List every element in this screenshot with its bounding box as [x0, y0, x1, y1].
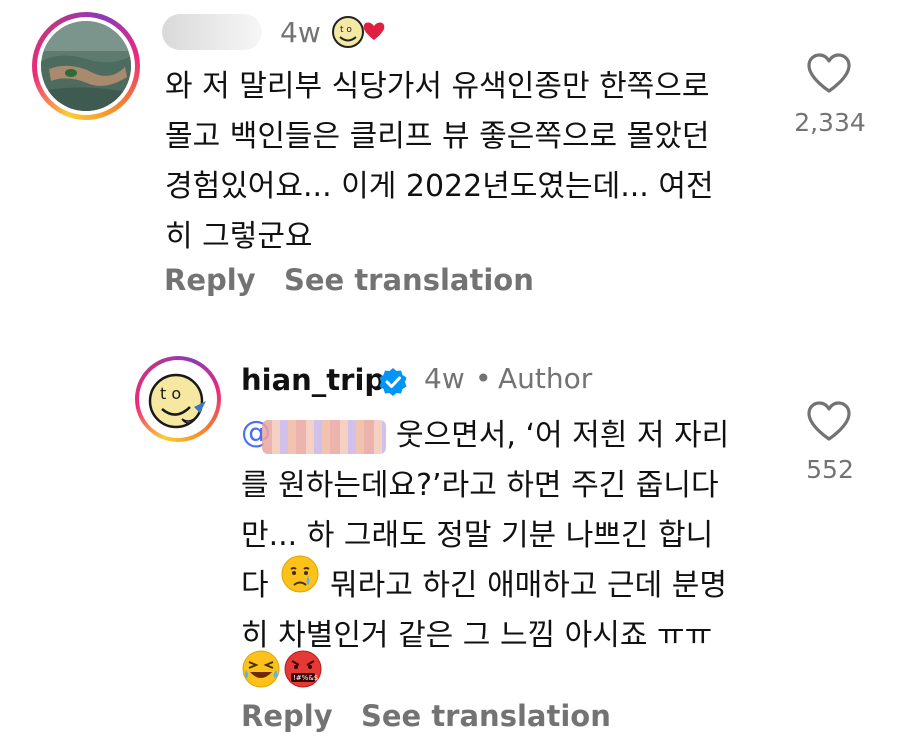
avatar-2-story-ring[interactable]: t o [135, 356, 221, 442]
comment-2-line-5: 뭐라고 하긴 애매하고 근데 분명 [330, 568, 727, 603]
reply-button-2[interactable]: Reply [241, 699, 333, 733]
svg-text:t o: t o [340, 25, 352, 35]
comment-2-line-2: 를 원하는데요?’라고 하면 주긴 줍니다 [241, 468, 719, 503]
see-translation-button-2[interactable]: See translation [361, 699, 611, 733]
comment-2-line-1: 웃으면서, ‘어 저흰 저 자리 [396, 418, 730, 453]
author-label: Author [498, 362, 593, 395]
like-count-2: 552 [806, 455, 854, 484]
comment-1-body: 와 저 말리부 식당가서 유색인종만 한쪽으로 몰고 백인들은 클리프 뷰 좋은… [165, 62, 785, 262]
hian-trip-logo: t o [142, 363, 214, 435]
avatar-1-story-ring[interactable] [32, 12, 140, 120]
comment-1-line-1: 와 저 말리부 식당가서 유색인종만 한쪽으로 [165, 69, 710, 104]
comment-1-line-4: 히 그렇군요 [165, 219, 313, 254]
username-2[interactable]: hian_trip [241, 363, 385, 397]
timestamp-2: 4w [424, 362, 465, 395]
avatar-1-photo [41, 21, 131, 111]
heart-sticker-icon [363, 22, 385, 40]
like-count-1: 2,334 [794, 108, 866, 137]
mention-redacted[interactable] [262, 420, 386, 454]
svg-text:t o: t o [160, 384, 181, 403]
comment-2-line-4: 다 [241, 568, 269, 603]
comment-1-line-3: 경험있어요... 이게 2022년도였는데... 여전 [165, 169, 714, 204]
laughing-and-angry-emoji-icon: !#%&$ [241, 648, 327, 694]
username-1-redacted[interactable] [162, 14, 262, 50]
timestamp-1: 4w [280, 16, 321, 49]
verified-badge-icon [376, 366, 410, 404]
meta-separator: • [475, 362, 492, 395]
heart-icon[interactable] [806, 52, 852, 94]
heart-icon[interactable] [806, 400, 852, 442]
see-translation-button-1[interactable]: See translation [284, 263, 534, 297]
crying-face-icon [280, 554, 320, 598]
comment-1-line-2: 몰고 백인들은 클리프 뷰 좋은쪽으로 몰았던 [165, 119, 710, 154]
hian-trip-logo-mini-icon: t o [330, 10, 390, 58]
reply-button-1[interactable]: Reply [164, 263, 256, 297]
svg-text:!#%&$: !#%&$ [293, 674, 318, 682]
